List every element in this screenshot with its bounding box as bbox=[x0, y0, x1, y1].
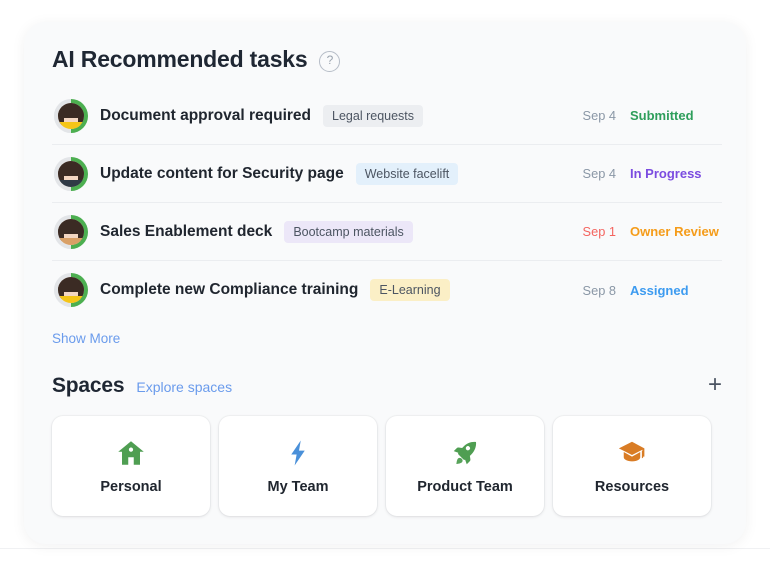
avatar-shirt bbox=[58, 180, 84, 187]
task-tag[interactable]: Legal requests bbox=[323, 105, 423, 127]
app-root: AI Recommended tasks ? Document approval… bbox=[0, 0, 770, 573]
avatar bbox=[54, 215, 88, 249]
space-card-label: Product Team bbox=[417, 479, 513, 495]
task-due-date: Sep 1 bbox=[583, 224, 616, 239]
spaces-grid: Personal My Team Product Team Resources bbox=[52, 416, 722, 516]
task-title: Sales Enablement deck bbox=[100, 223, 272, 241]
task-due-date: Sep 4 bbox=[583, 166, 616, 181]
avatar-face bbox=[58, 219, 84, 245]
task-due-date: Sep 8 bbox=[583, 283, 616, 298]
show-more-link[interactable]: Show More bbox=[52, 331, 120, 346]
avatar-face bbox=[58, 161, 84, 187]
task-tag[interactable]: Bootcamp materials bbox=[284, 221, 412, 243]
avatar bbox=[54, 157, 88, 191]
task-row[interactable]: Document approval required Legal requests… bbox=[52, 87, 722, 145]
space-card-label: My Team bbox=[268, 479, 329, 495]
recommended-tasks-header: AI Recommended tasks ? bbox=[52, 46, 722, 73]
rocket-icon bbox=[450, 437, 480, 469]
space-card-product-team[interactable]: Product Team bbox=[386, 416, 544, 516]
background-sheet-edge bbox=[0, 548, 770, 574]
task-status-badge[interactable]: Owner Review bbox=[630, 224, 722, 239]
space-card-label: Personal bbox=[100, 479, 161, 495]
house-icon bbox=[116, 437, 146, 469]
space-card-my-team[interactable]: My Team bbox=[219, 416, 377, 516]
task-status-badge[interactable]: Submitted bbox=[630, 108, 722, 123]
spaces-header: Spaces Explore spaces + bbox=[52, 374, 722, 398]
task-tag[interactable]: E-Learning bbox=[370, 279, 449, 301]
avatar-shirt bbox=[58, 296, 84, 303]
add-space-plus-icon[interactable]: + bbox=[708, 376, 722, 394]
avatar-shirt bbox=[58, 122, 84, 129]
help-circle-icon[interactable]: ? bbox=[319, 51, 340, 72]
avatar bbox=[54, 273, 88, 307]
task-row[interactable]: Update content for Security page Website … bbox=[52, 145, 722, 203]
lightning-bolt-icon bbox=[283, 437, 313, 469]
space-card-personal[interactable]: Personal bbox=[52, 416, 210, 516]
explore-spaces-link[interactable]: Explore spaces bbox=[136, 379, 232, 395]
avatar-face bbox=[58, 103, 84, 129]
spaces-title: Spaces bbox=[52, 374, 124, 398]
graduation-cap-icon bbox=[617, 437, 647, 469]
recommended-tasks-list: Document approval required Legal requests… bbox=[52, 87, 722, 319]
space-card-resources[interactable]: Resources bbox=[553, 416, 711, 516]
avatar bbox=[54, 99, 88, 133]
task-title: Document approval required bbox=[100, 107, 311, 125]
dashboard-panel: AI Recommended tasks ? Document approval… bbox=[24, 22, 746, 544]
task-tag[interactable]: Website facelift bbox=[356, 163, 459, 185]
task-title: Complete new Compliance training bbox=[100, 281, 358, 299]
avatar-face bbox=[58, 277, 84, 303]
page-title: AI Recommended tasks bbox=[52, 46, 307, 73]
task-title: Update content for Security page bbox=[100, 165, 344, 183]
task-status-badge[interactable]: In Progress bbox=[630, 166, 722, 181]
task-status-badge[interactable]: Assigned bbox=[630, 283, 722, 298]
task-row[interactable]: Sales Enablement deck Bootcamp materials S… bbox=[52, 203, 722, 261]
space-card-label: Resources bbox=[595, 479, 669, 495]
task-due-date: Sep 4 bbox=[583, 108, 616, 123]
task-row[interactable]: Complete new Compliance training E-Learni… bbox=[52, 261, 722, 319]
avatar-shirt bbox=[58, 238, 84, 245]
